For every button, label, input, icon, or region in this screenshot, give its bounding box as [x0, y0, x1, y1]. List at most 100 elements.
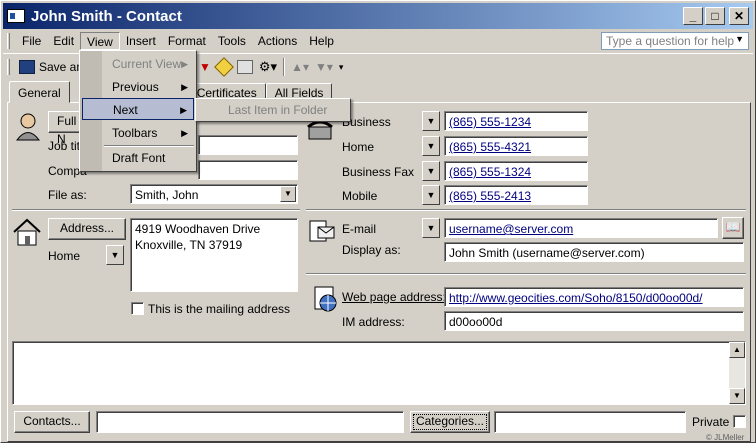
submenu-item-last-item[interactable]: Last Item in Folder [228, 103, 327, 117]
tab-general[interactable]: General [9, 81, 70, 103]
maximize-button[interactable]: □ [705, 7, 725, 25]
contacts-field[interactable] [96, 411, 404, 433]
phone-type-dropdown-mobile[interactable]: ▼ [422, 185, 440, 205]
chevron-right-icon: ▶ [181, 82, 188, 92]
phone-value: (865) 555-2413 [449, 189, 532, 203]
next-item-icon[interactable]: ▼▾ [315, 60, 333, 74]
private-checkbox[interactable] [733, 415, 746, 428]
file-as-value: Smith, John [135, 188, 199, 202]
address-field[interactable]: 4919 Woodhaven Drive Knoxville, TN 37919 [130, 218, 298, 292]
mailing-address-label: This is the mailing address [148, 302, 291, 316]
phone-value: (865) 555-1324 [449, 165, 532, 179]
file-as-combo[interactable]: Smith, John ▼ [130, 184, 298, 204]
full-name-button[interactable]: Full N [48, 111, 82, 146]
menu-item-label: Draft Font [112, 151, 166, 165]
menu-help[interactable]: Help [303, 32, 340, 50]
scroll-down-button[interactable]: ▼ [729, 388, 745, 404]
address-book-button[interactable]: 📖 [722, 217, 744, 239]
im-address-value: d00oo00d [449, 315, 503, 329]
phone-field-home[interactable]: (865) 555-4321 [444, 136, 588, 156]
options-icon[interactable]: ⚙▾ [259, 59, 277, 75]
menu-item-label: Previous [112, 80, 159, 94]
view-menu-dropdown: Current View ▶ Previous ▶ Next ▶ Toolbar… [79, 50, 197, 172]
question-input[interactable]: Type a question for help ▼ [601, 32, 749, 50]
address-button[interactable]: Address... [48, 218, 126, 240]
contacts-button[interactable]: Contacts... [14, 411, 90, 433]
email-value: username@server.com [449, 222, 574, 236]
watermark: © JLMeller [706, 433, 745, 442]
menu-actions[interactable]: Actions [252, 32, 303, 50]
toolbar-grip [7, 33, 10, 49]
phone-field-mobile[interactable]: (865) 555-2413 [444, 185, 588, 205]
mailing-address-checkbox[interactable] [131, 302, 144, 315]
toolbar-grip [7, 58, 10, 75]
phone-value: (865) 555-4321 [449, 140, 532, 154]
toolbar-options-icon[interactable]: ▾ [339, 62, 344, 73]
menu-item-label: Next [113, 103, 138, 117]
close-button[interactable]: ✕ [729, 7, 749, 25]
follow-up-icon[interactable] [213, 57, 234, 77]
notes-field[interactable]: ▲ ▼ [12, 341, 746, 405]
email-icon [309, 220, 335, 242]
file-as-label: File as: [48, 188, 87, 202]
menu-item-label: Current View [112, 57, 182, 71]
chevron-right-icon: ▶ [181, 59, 188, 69]
chevron-down-icon: ▼ [735, 34, 744, 44]
next-submenu: Last Item in Folder [195, 98, 351, 122]
phone-type-dropdown-home[interactable]: ▼ [422, 136, 440, 156]
private-label: Private [692, 415, 730, 429]
email-field[interactable]: username@server.com [444, 218, 718, 238]
menu-view[interactable]: View [80, 32, 120, 50]
categories-button[interactable]: Categories... [410, 411, 490, 433]
web-page-value: http://www.geocities.com/Soho/8150/d00oo… [449, 291, 703, 305]
job-title-label: Job tit [48, 139, 81, 153]
chevron-down-icon[interactable]: ▼ [280, 186, 296, 202]
email-type-dropdown[interactable]: ▼ [422, 218, 440, 238]
minimize-button[interactable]: _ [683, 7, 703, 25]
address-line-1: 4919 Woodhaven Drive [135, 222, 261, 236]
job-title-field[interactable] [198, 135, 298, 155]
web-page-field[interactable]: http://www.geocities.com/Soho/8150/d00oo… [444, 287, 744, 307]
floppy-disk-icon [19, 59, 35, 74]
phone-value: (865) 555-1234 [449, 115, 532, 129]
phone-label-mobile: Mobile [342, 189, 378, 203]
house-icon [13, 218, 41, 246]
menu-item-previous[interactable]: Previous ▶ [82, 76, 194, 98]
menu-item-label: Toolbars [112, 126, 158, 140]
contact-window: John Smith - Contact _ □ ✕ File Edit Vie… [0, 0, 756, 443]
web-page-label: Web page address: [342, 290, 446, 304]
person-icon [16, 113, 40, 141]
menu-edit[interactable]: Edit [47, 32, 80, 50]
menu-item-next[interactable]: Next ▶ [82, 98, 194, 120]
menu-item-current-view[interactable]: Current View ▶ [82, 53, 194, 75]
menu-file[interactable]: File [16, 32, 47, 50]
flag-icon[interactable]: ▼ [199, 60, 211, 74]
im-address-field[interactable]: d00oo00d [444, 311, 744, 331]
divider [306, 273, 746, 275]
menu-insert[interactable]: Insert [120, 32, 162, 50]
phone-label-business-fax: Business Fax [342, 165, 415, 179]
phone-type-dropdown-business-fax[interactable]: ▼ [422, 161, 440, 181]
chevron-right-icon: ▶ [181, 128, 188, 138]
menu-item-toolbars[interactable]: Toolbars ▶ [82, 122, 194, 144]
phone-type-dropdown-business[interactable]: ▼ [422, 111, 440, 131]
chevron-right-icon: ▶ [180, 105, 187, 115]
address-type-dropdown[interactable]: ▼ [106, 245, 124, 265]
menu-item-draft-font[interactable]: Draft Font [82, 147, 194, 169]
address-line-2: Knoxville, TN 37919 [135, 238, 243, 252]
previous-item-icon[interactable]: ▲▾ [291, 60, 309, 74]
scroll-up-button[interactable]: ▲ [729, 342, 745, 358]
categories-field[interactable] [494, 411, 686, 433]
im-address-label: IM address: [342, 315, 405, 329]
menu-tools[interactable]: Tools [212, 32, 252, 50]
display-as-value: John Smith (username@server.com) [449, 246, 645, 260]
phone-field-business[interactable]: (865) 555-1234 [444, 111, 588, 131]
print-icon[interactable] [236, 60, 253, 74]
display-as-field[interactable]: John Smith (username@server.com) [444, 242, 744, 262]
notes-scrollbar[interactable]: ▲ ▼ [729, 342, 745, 404]
divider [306, 209, 746, 211]
phone-field-business-fax[interactable]: (865) 555-1324 [444, 161, 588, 181]
company-field[interactable] [198, 160, 298, 180]
phone-label-home: Home [342, 140, 375, 154]
menu-format[interactable]: Format [162, 32, 212, 50]
